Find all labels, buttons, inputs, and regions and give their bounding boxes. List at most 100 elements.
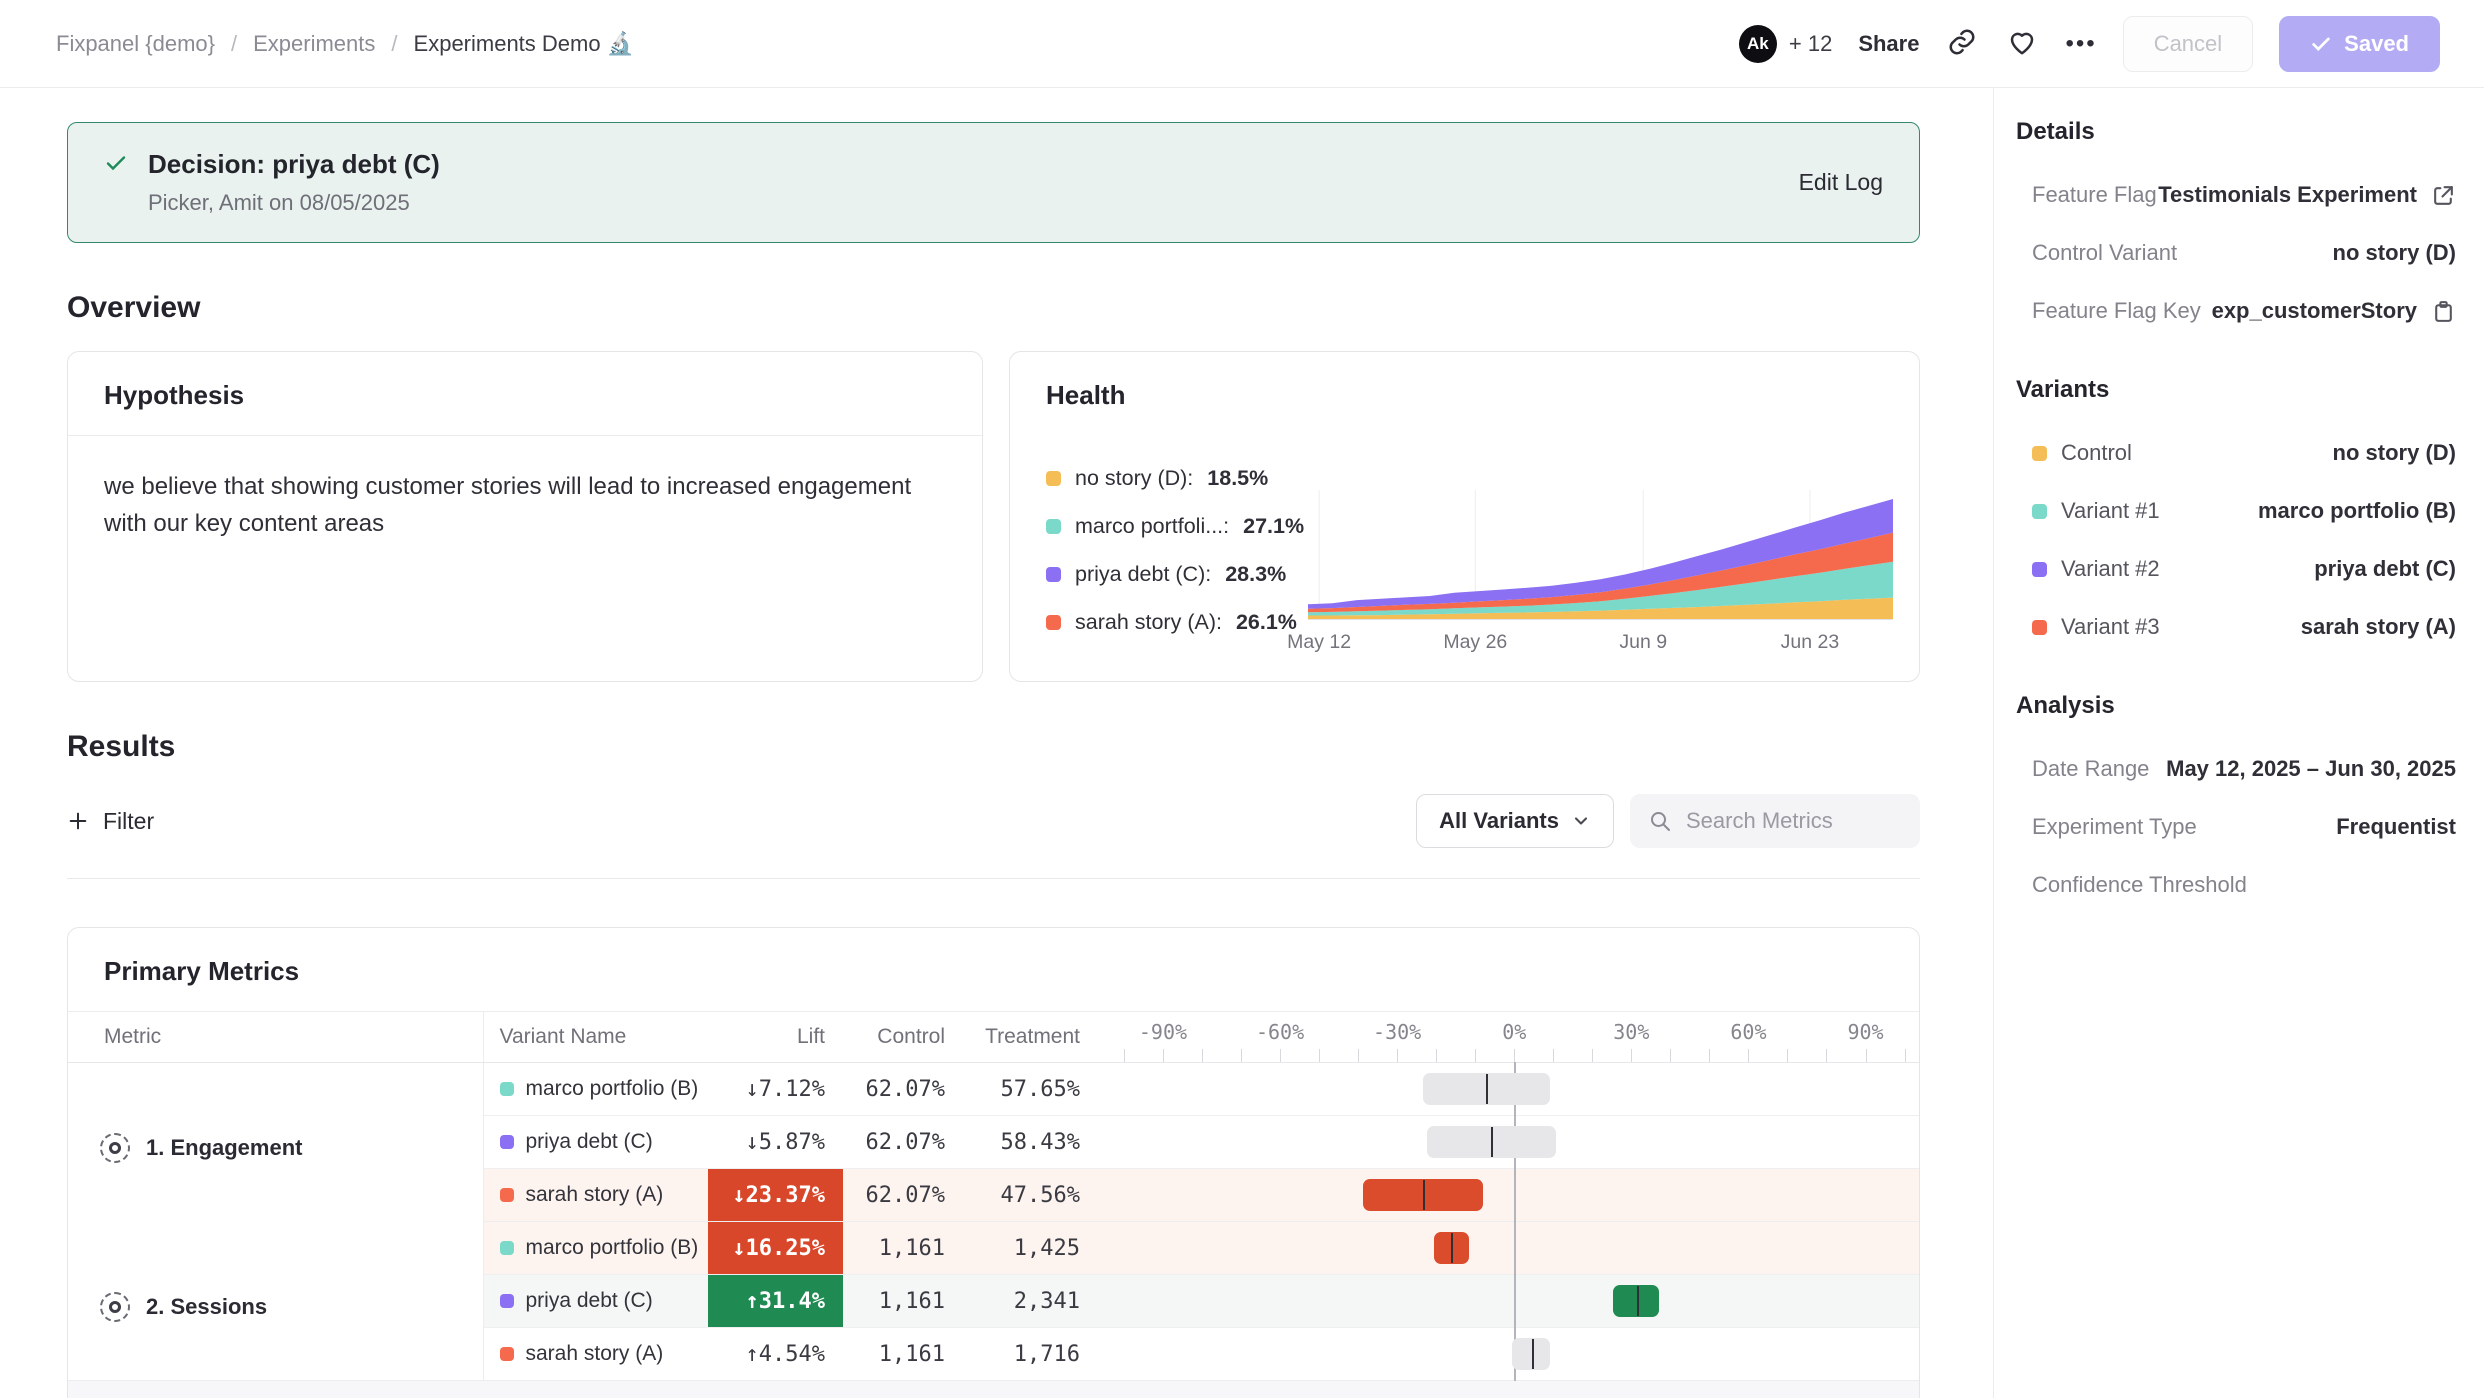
legend-swatch xyxy=(1046,471,1061,486)
sidebar-row: Date RangeMay 12, 2025 – Jun 30, 2025 xyxy=(2016,740,2456,798)
legend-label: priya debt (C): xyxy=(1075,562,1211,587)
axis-ruler-tick xyxy=(1280,1049,1281,1062)
axis-ruler-tick xyxy=(1826,1049,1827,1062)
search-metrics-box xyxy=(1630,794,1920,848)
add-metric-row: Add xyxy=(68,1380,1919,1398)
axis-ruler-tick xyxy=(1592,1049,1593,1062)
metric-name: 1. Engagement xyxy=(100,1133,473,1163)
sidebar-row-value: May 12, 2025 – Jun 30, 2025 xyxy=(2166,756,2456,782)
sidebar-row-value: priya debt (C) xyxy=(2314,556,2456,582)
variant-label: priya debt (C) xyxy=(526,1289,653,1313)
sidebar-row: Variant #1 marco portfolio (B) xyxy=(2016,482,2456,540)
control-cell: 1,161 xyxy=(843,1222,963,1275)
sidebar-row-label: Control xyxy=(2032,440,2132,466)
sidebar-row-value: marco portfolio (B) xyxy=(2258,498,2456,524)
lift-cell: ↑31.4% xyxy=(708,1275,843,1328)
legend-item: priya debt (C): 28.3% xyxy=(1046,550,1304,598)
variant-name-cell: marco portfolio (B) xyxy=(483,1222,708,1275)
lift-value-marker xyxy=(1637,1286,1639,1316)
favorite-heart-icon[interactable] xyxy=(2005,27,2039,61)
sidebar-section-analysis: Analysis Date RangeMay 12, 2025 – Jun 30,… xyxy=(2016,692,2456,914)
sidebar-row-value: no story (D) xyxy=(2333,240,2456,266)
legend-value: 27.1% xyxy=(1243,514,1304,539)
more-options-button[interactable]: ••• xyxy=(2065,30,2096,58)
decision-subtitle: Picker, Amit on 08/05/2025 xyxy=(148,190,440,216)
axis-ruler-tick xyxy=(1163,1049,1164,1062)
share-button[interactable]: Share xyxy=(1858,31,1919,57)
goal-target-icon xyxy=(100,1133,130,1163)
legend-label: marco portfoli...: xyxy=(1075,514,1229,539)
variant-name-cell: sarah story (A) xyxy=(483,1169,708,1222)
axis-tick-label: -30% xyxy=(1373,1020,1421,1044)
breadcrumb-item[interactable]: Experiments xyxy=(253,31,375,57)
sidebar-row: Confidence Threshold xyxy=(2016,856,2456,914)
lift-value-marker xyxy=(1451,1233,1453,1263)
treatment-cell: 57.65% xyxy=(963,1063,1098,1116)
sidebar-row: Feature FlagTestimonials Experiment xyxy=(2016,166,2456,224)
axis-ruler-tick xyxy=(1748,1049,1749,1062)
health-stacked-area-chart: May 12May 26Jun 9Jun 23 xyxy=(1308,490,1893,659)
variant-color-swatch xyxy=(2032,446,2047,461)
primary-metrics-title: Primary Metrics xyxy=(68,928,1919,1011)
axis-tick-label: 60% xyxy=(1730,1020,1766,1044)
confidence-interval-cell xyxy=(1098,1169,1919,1222)
variant-label: sarah story (A) xyxy=(526,1183,664,1207)
sidebar-row-value: Frequentist xyxy=(2336,814,2456,840)
axis-ruler-tick xyxy=(1787,1049,1788,1062)
plus-icon xyxy=(67,810,89,832)
all-variants-dropdown[interactable]: All Variants xyxy=(1416,794,1614,848)
axis-ruler-tick xyxy=(1905,1049,1906,1062)
x-axis-label: May 12 xyxy=(1287,631,1351,654)
axis-ruler-tick xyxy=(1631,1049,1632,1062)
edit-log-button[interactable]: Edit Log xyxy=(1799,169,1883,196)
search-metrics-input[interactable] xyxy=(1686,808,1902,834)
cancel-button[interactable]: Cancel xyxy=(2123,16,2253,72)
axis-ruler-tick xyxy=(1866,1049,1867,1062)
breadcrumb-separator: / xyxy=(391,31,397,57)
sidebar-row-value: no story (D) xyxy=(2333,440,2456,466)
copy-link-icon[interactable] xyxy=(1945,27,1979,61)
sidebar-row: Feature Flag Keyexp_customerStory xyxy=(2016,282,2456,340)
legend-item: sarah story (A): 26.1% xyxy=(1046,598,1304,646)
treatment-cell: 2,341 xyxy=(963,1275,1098,1328)
breadcrumb-item[interactable]: Experiments Demo 🔬 xyxy=(414,31,635,57)
control-cell: 1,161 xyxy=(843,1328,963,1381)
sidebar-row: Variant #2priya debt (C) xyxy=(2016,540,2456,598)
lift-cell: ↓7.12% xyxy=(708,1063,843,1116)
control-cell: 1,161 xyxy=(843,1275,963,1328)
zero-percent-line xyxy=(1514,1274,1516,1328)
treatment-cell: 58.43% xyxy=(963,1116,1098,1169)
chevron-down-icon xyxy=(1571,811,1591,831)
clipboard-icon[interactable] xyxy=(2431,299,2456,324)
sidebar-row-value: Testimonials Experiment xyxy=(2158,182,2456,208)
decision-banner: Decision: priya debt (C) Picker, Amit on… xyxy=(67,122,1920,243)
treatment-cell: 1,425 xyxy=(963,1222,1098,1275)
variant-label: priya debt (C) xyxy=(526,1130,653,1154)
add-filter-button[interactable]: Filter xyxy=(67,808,154,835)
legend-value: 28.3% xyxy=(1225,562,1286,587)
overview-heading: Overview xyxy=(67,291,1920,325)
saved-button[interactable]: Saved xyxy=(2279,16,2440,72)
avatar[interactable]: Ak xyxy=(1739,25,1777,63)
sidebar-row: Control no story (D) xyxy=(2016,424,2456,482)
external-link-icon[interactable] xyxy=(2431,183,2456,208)
variant-color-swatch xyxy=(500,1347,514,1361)
x-axis-label: Jun 9 xyxy=(1619,631,1667,654)
treatment-cell: 1,716 xyxy=(963,1328,1098,1381)
col-control: Control xyxy=(843,1012,963,1063)
breadcrumb-item[interactable]: Fixpanel {demo} xyxy=(56,31,215,57)
sidebar-section-title: Analysis xyxy=(2016,692,2456,720)
axis-ruler-tick xyxy=(1436,1049,1437,1062)
hypothesis-body: we believe that showing customer stories… xyxy=(68,436,948,574)
chart-x-axis-labels: May 12May 26Jun 9Jun 23 xyxy=(1308,631,1893,659)
legend-item: no story (D): 18.5% xyxy=(1046,454,1304,502)
col-lift-axis: -90%-60%-30%0%30%60%90% xyxy=(1098,1012,1919,1063)
sidebar-row-label: Variant #1 xyxy=(2032,498,2160,524)
metric-variant-row[interactable]: 2. Sessionsmarco portfolio (B)↓16.25%1,1… xyxy=(68,1222,1919,1275)
variant-label: marco portfolio (B) xyxy=(526,1077,699,1101)
confidence-interval-cell xyxy=(1098,1063,1919,1116)
legend-swatch xyxy=(1046,519,1061,534)
variant-color-swatch xyxy=(2032,620,2047,635)
legend-swatch xyxy=(1046,615,1061,630)
metric-variant-row[interactable]: 1. Engagementmarco portfolio (B)↓7.12%62… xyxy=(68,1063,1919,1116)
